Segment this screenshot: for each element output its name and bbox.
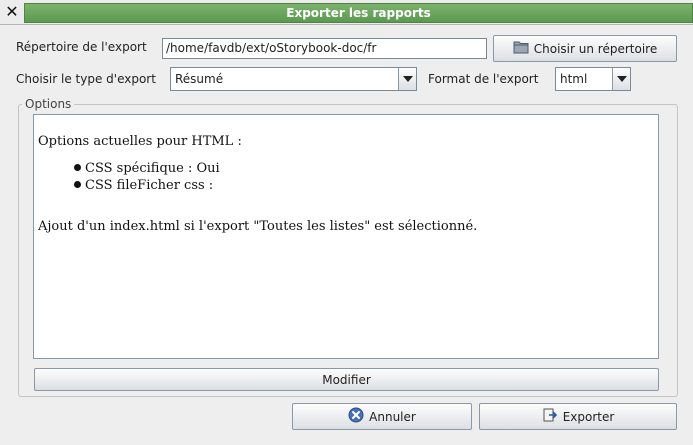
directory-field[interactable]: /home/favdb/ext/oStorybook-doc/fr — [162, 38, 487, 59]
close-icon[interactable]: ✕ — [3, 4, 21, 20]
export-type-select[interactable]: Résumé — [170, 67, 417, 91]
directory-label: Répertoire de l'export — [16, 40, 147, 54]
window-title: Exporter les rapports — [286, 6, 431, 20]
title-bar: ✕ Exporter les rapports — [0, 0, 693, 25]
format-select[interactable]: html — [555, 67, 631, 91]
bullet-icon — [74, 164, 81, 171]
options-note: Ajout d'un index.html si l'export "Toute… — [38, 219, 478, 234]
export-label: Exporter — [562, 409, 615, 424]
options-preview: Options actuelles pour HTML : CSS spécif… — [33, 114, 659, 359]
option-item-text: CSS spécifique : Oui — [85, 161, 220, 176]
list-item: CSS spécifique : Oui — [74, 161, 220, 176]
export-type-value: Résumé — [175, 72, 224, 86]
cancel-button[interactable]: Annuler — [292, 403, 472, 430]
export-icon — [542, 407, 558, 426]
choose-directory-button[interactable]: Choisir un répertoire — [493, 35, 677, 62]
list-item: CSS fileFicher css : — [74, 178, 213, 193]
options-heading: Options actuelles pour HTML : — [38, 134, 242, 149]
chevron-down-icon[interactable] — [398, 68, 416, 90]
choose-directory-label: Choisir un répertoire — [533, 41, 658, 56]
cancel-label: Annuler — [369, 409, 416, 424]
bullet-icon — [74, 181, 81, 188]
title-strip: Exporter les rapports — [24, 3, 693, 23]
format-value: html — [560, 72, 588, 86]
cancel-icon — [348, 407, 364, 426]
format-label: Format de l'export — [428, 72, 539, 86]
export-type-label: Choisir le type d'export — [16, 72, 156, 86]
folder-icon — [513, 40, 529, 57]
modify-button[interactable]: Modifier — [34, 368, 659, 391]
option-item-text: CSS fileFicher css : — [85, 178, 214, 193]
modify-label: Modifier — [322, 372, 371, 387]
chevron-down-icon[interactable] — [612, 68, 630, 90]
options-legend: Options — [22, 97, 75, 111]
export-button[interactable]: Exporter — [479, 403, 677, 430]
